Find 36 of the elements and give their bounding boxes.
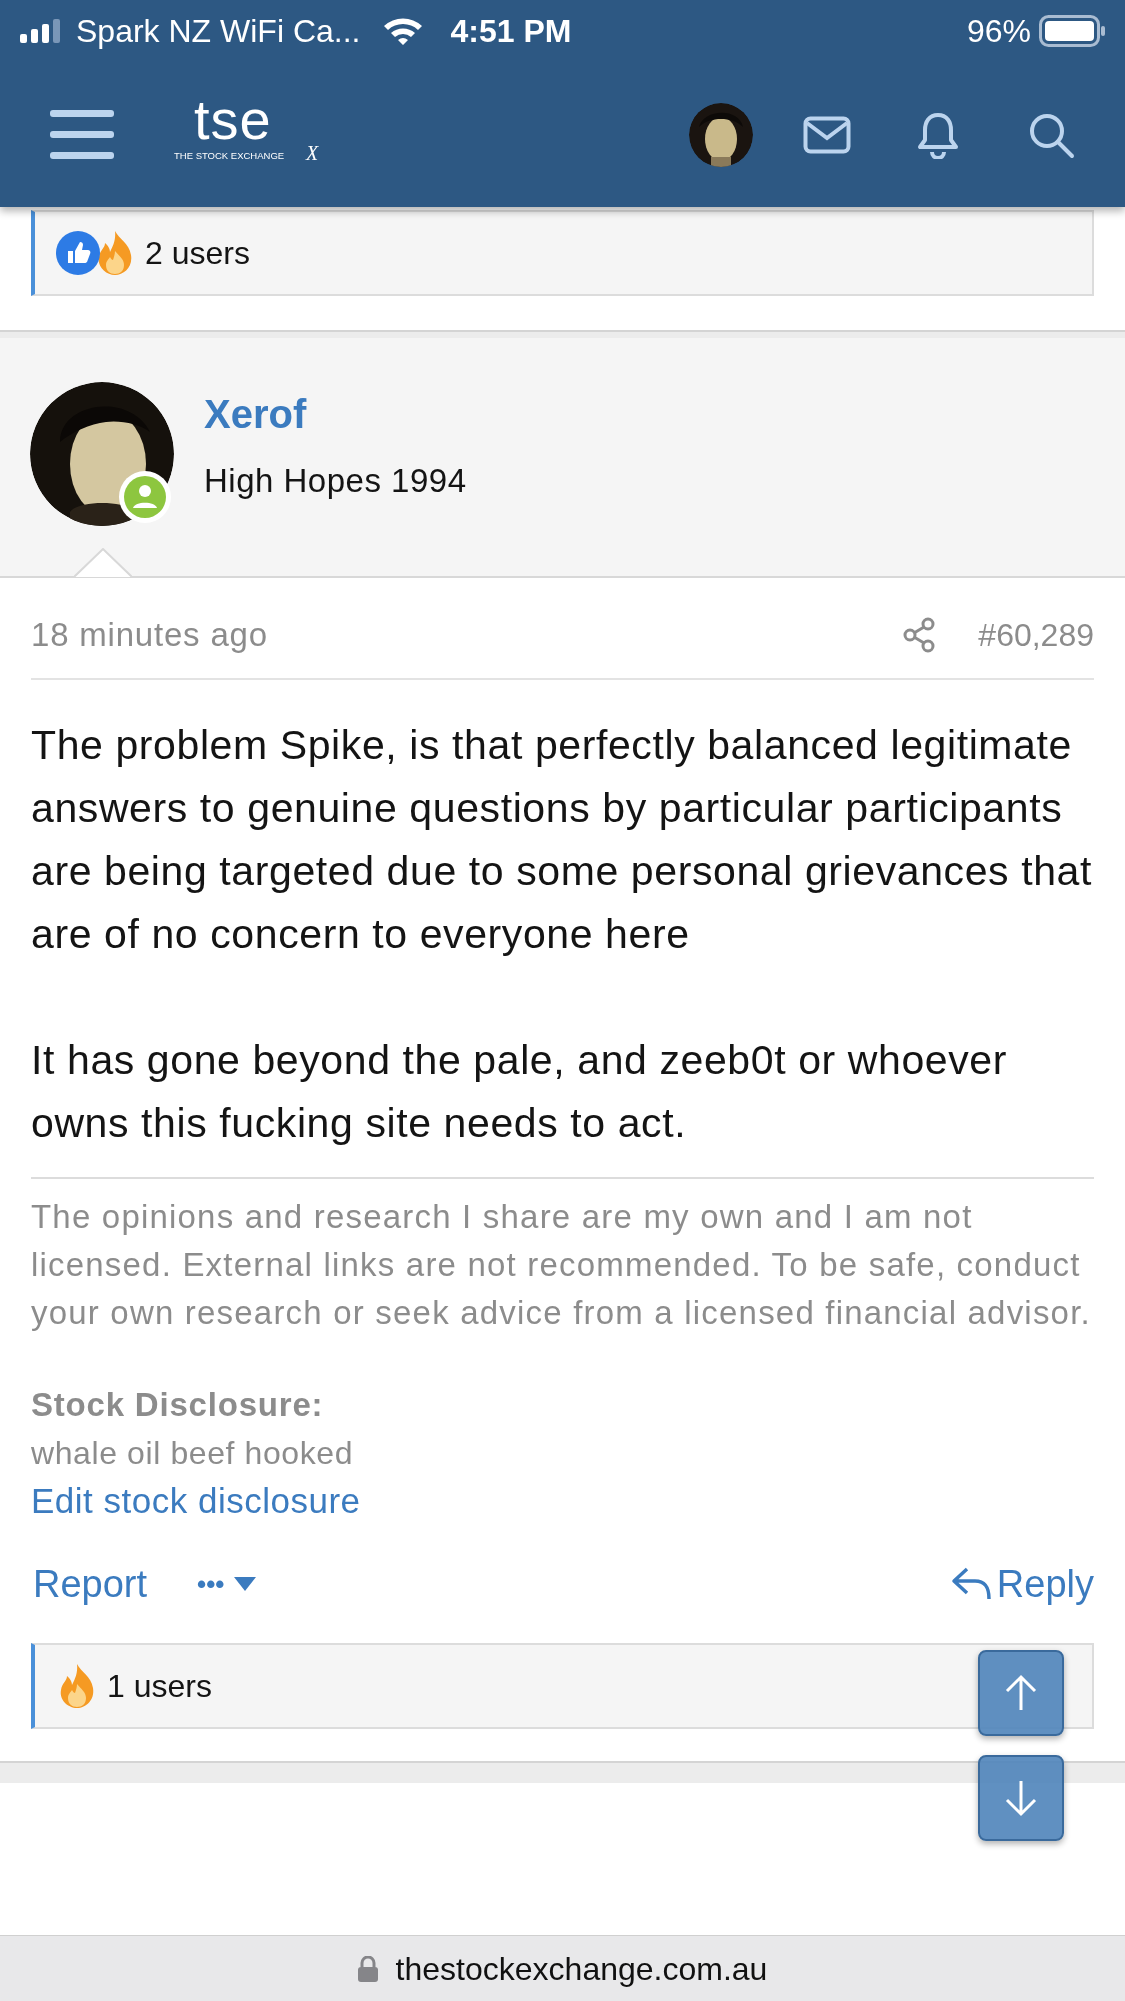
user-title: High Hopes 1994 [204,461,467,501]
report-link[interactable]: Report [33,1555,148,1613]
post-paragraph: The problem Spike, is that perfectly balanced legitimate answers to genuine questions by particular participants are being targeted due to some personal grievances that are of no concern to everyone here [31,721,1093,959]
logo-tagline: THE STOCK EXCHANGE [174,149,285,162]
disclosure-label: Stock Disclosure: [31,1385,325,1425]
arrow-down-icon [1004,1779,1038,1817]
reactions-bar[interactable]: 1 users [31,1643,1094,1729]
reaction-count: 1 users [107,1667,212,1706]
edit-disclosure-link[interactable]: Edit stock disclosure [31,1477,361,1525]
clock-time: 4:51 PM [450,12,572,51]
disclosure-text: whale oil beef hooked [31,1434,355,1473]
thumbs-up-icon [55,230,101,276]
carrier-name: Spark NZ WiFi Ca... [76,12,361,51]
arrow-up-icon [1004,1674,1038,1712]
reply-link[interactable]: Reply [950,1555,1094,1613]
mail-icon[interactable] [803,115,851,154]
bell-icon[interactable] [917,110,959,159]
battery-percent: 96% [966,12,1031,51]
lock-icon [357,1955,378,1982]
share-icon[interactable] [902,617,937,653]
url-text[interactable]: thestockexchange.com.au [395,1944,768,1993]
logo-mark: X [306,141,319,164]
scroll-down-button[interactable] [978,1755,1064,1841]
post-time[interactable]: 18 minutes ago [31,610,268,660]
post-paragraph: It has gone beyond the pale, and zeeb0t or whoever owns this fucking site needs to act. [31,1036,1008,1148]
more-menu-button[interactable]: ••• [197,1564,257,1604]
scroll-up-button[interactable] [978,1650,1064,1736]
signature-text: The opinions and research I share are my own and I am not licensed. External links are not recommended. To be safe, conduct your own research or seek advice from a licensed financial advisor. [31,1197,1092,1333]
battery-icon [1039,15,1105,47]
reaction-count: 2 users [145,234,250,273]
reactions-bar[interactable]: 2 users [31,210,1094,296]
menu-icon[interactable] [50,107,114,162]
caret-icon [234,1577,257,1591]
author-name[interactable]: Xerof [204,386,467,442]
reply-arrow-icon [950,1566,993,1602]
post-number[interactable]: #60,289 [978,611,1094,659]
